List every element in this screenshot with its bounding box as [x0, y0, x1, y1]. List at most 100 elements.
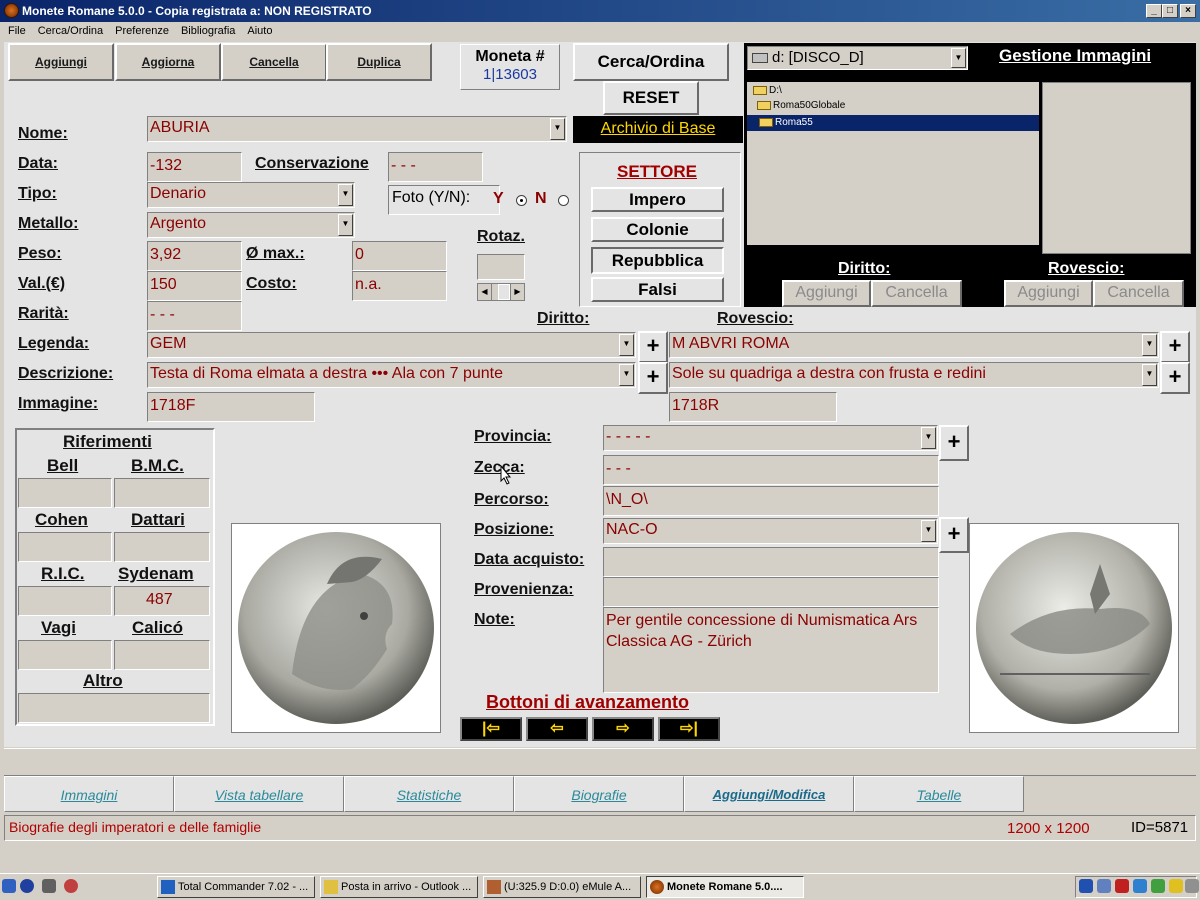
- scroll-left-icon[interactable]: ◀: [478, 284, 492, 300]
- folder-item-roma50[interactable]: Roma50Globale: [757, 100, 845, 111]
- chevron-down-icon[interactable]: ▼: [921, 520, 936, 542]
- diritto-aggiungi-button[interactable]: Aggiungi: [782, 280, 871, 307]
- quicklaunch-app2-icon[interactable]: [64, 879, 78, 893]
- calico-field[interactable]: [114, 640, 210, 670]
- posizione-select[interactable]: NAC-O ▼: [603, 518, 938, 544]
- rovescio-aggiungi-button[interactable]: Aggiungi: [1004, 280, 1093, 307]
- next-record-button[interactable]: ⇨: [592, 717, 654, 741]
- tab-tabelle[interactable]: Tabelle: [854, 776, 1024, 812]
- first-record-button[interactable]: |⇦: [460, 717, 522, 741]
- menu-bibliografia[interactable]: Bibliografia: [173, 22, 239, 40]
- chevron-down-icon[interactable]: ▼: [338, 184, 353, 206]
- folder-item-d[interactable]: D:\: [753, 85, 782, 96]
- settore-impero-button[interactable]: Impero: [591, 187, 724, 212]
- tray-green-icon[interactable]: [1151, 879, 1165, 893]
- sydenam-field[interactable]: 487: [114, 586, 210, 616]
- tray-network-icon[interactable]: [1079, 879, 1093, 893]
- drive-select[interactable]: d: [DISCO_D] ▼: [747, 46, 968, 70]
- tray-app-icon[interactable]: [1133, 879, 1147, 893]
- immagine-diritto-field[interactable]: 1718F: [147, 392, 315, 422]
- conservazione-field[interactable]: - - -: [388, 152, 483, 182]
- close-button[interactable]: ×: [1180, 4, 1196, 18]
- tab-statistiche[interactable]: Statistiche: [344, 776, 514, 812]
- tab-aggiungi-modifica[interactable]: Aggiungi/Modifica: [684, 776, 854, 812]
- cancella-button[interactable]: Cancella: [221, 43, 327, 81]
- chevron-down-icon[interactable]: ▼: [921, 427, 936, 449]
- quicklaunch-app-icon[interactable]: [42, 879, 56, 893]
- archivio-di-base-button[interactable]: Archivio di Base: [573, 116, 743, 143]
- maximize-button[interactable]: □: [1162, 4, 1178, 18]
- menu-cerca-ordina[interactable]: Cerca/Ordina: [30, 22, 107, 40]
- rarita-field[interactable]: - - -: [147, 301, 242, 331]
- bell-field[interactable]: [18, 478, 112, 508]
- costo-field[interactable]: n.a.: [352, 271, 447, 301]
- altro-field[interactable]: [18, 693, 210, 723]
- diritto-cancella-button[interactable]: Cancella: [871, 280, 962, 307]
- task-total-commander[interactable]: Total Commander 7.02 - ...: [157, 876, 315, 898]
- note-field[interactable]: Per gentile concessione di Numismatica A…: [603, 607, 939, 693]
- tray-volume-icon[interactable]: [1185, 879, 1199, 893]
- diam-field[interactable]: 0: [352, 241, 447, 271]
- legenda-rovescio-select[interactable]: M ABVRI ROMA ▼: [669, 332, 1159, 358]
- settore-repubblica-button[interactable]: Repubblica: [591, 247, 724, 274]
- provincia-select[interactable]: - - - - - ▼: [603, 425, 938, 451]
- cerca-ordina-button[interactable]: Cerca/Ordina: [573, 43, 729, 81]
- nome-select[interactable]: ABURIA ▼: [147, 116, 567, 142]
- metallo-select[interactable]: Argento ▼: [147, 212, 355, 238]
- duplica-button[interactable]: Duplica: [326, 43, 432, 81]
- data-acquisto-field[interactable]: [603, 547, 939, 577]
- reset-button[interactable]: RESET: [603, 81, 699, 115]
- prev-record-button[interactable]: ⇦: [526, 717, 588, 741]
- provenienza-field[interactable]: [603, 577, 939, 607]
- rotaz-field[interactable]: [477, 254, 525, 280]
- chevron-down-icon[interactable]: ▼: [619, 334, 634, 356]
- folder-item-roma55[interactable]: Roma55: [747, 115, 1039, 131]
- chevron-down-icon[interactable]: ▼: [619, 364, 634, 386]
- ric-field[interactable]: [18, 586, 112, 616]
- last-record-button[interactable]: ⇨|: [658, 717, 720, 741]
- aggiungi-button[interactable]: Aggiungi: [8, 43, 114, 81]
- descrizione-diritto-add-button[interactable]: +: [638, 362, 668, 394]
- foto-n-radio[interactable]: [558, 195, 569, 206]
- bmc-field[interactable]: [114, 478, 210, 508]
- menu-aiuto[interactable]: Aiuto: [239, 22, 276, 40]
- tab-biografie[interactable]: Biografie: [514, 776, 684, 812]
- tipo-select[interactable]: Denario ▼: [147, 182, 355, 208]
- chevron-down-icon[interactable]: ▼: [1142, 364, 1157, 386]
- posizione-add-button[interactable]: +: [939, 517, 969, 553]
- menu-file[interactable]: File: [0, 22, 30, 40]
- cohen-field[interactable]: [18, 532, 112, 562]
- val-field[interactable]: 150: [147, 271, 242, 301]
- descrizione-rovescio-add-button[interactable]: +: [1160, 362, 1190, 394]
- legenda-diritto-select[interactable]: GEM ▼: [147, 332, 636, 358]
- descrizione-rovescio-select[interactable]: Sole su quadriga a destra con frusta e r…: [669, 362, 1159, 388]
- aggiorna-button[interactable]: Aggiorna: [115, 43, 221, 81]
- scroll-right-icon[interactable]: ▶: [510, 284, 524, 300]
- rovescio-cancella-button[interactable]: Cancella: [1093, 280, 1184, 307]
- descrizione-diritto-select[interactable]: Testa di Roma elmata a destra ••• Ala co…: [147, 362, 636, 388]
- zecca-field[interactable]: - - -: [603, 455, 939, 485]
- chevron-down-icon[interactable]: ▼: [338, 214, 353, 236]
- task-outlook[interactable]: Posta in arrivo - Outlook ...: [320, 876, 478, 898]
- settore-colonie-button[interactable]: Colonie: [591, 217, 724, 242]
- peso-field[interactable]: 3,92: [147, 241, 242, 271]
- quicklaunch-desktop-icon[interactable]: [2, 879, 16, 893]
- chevron-down-icon[interactable]: ▼: [1142, 334, 1157, 356]
- data-field[interactable]: -132: [147, 152, 242, 182]
- tab-immagini[interactable]: Immagini: [4, 776, 174, 812]
- minimize-button[interactable]: _: [1146, 4, 1162, 18]
- immagine-rovescio-field[interactable]: 1718R: [669, 392, 837, 422]
- tray-warning-icon[interactable]: [1169, 879, 1183, 893]
- quicklaunch-media-icon[interactable]: [20, 879, 34, 893]
- chevron-down-icon[interactable]: ▼: [951, 48, 966, 68]
- tray-shield-icon[interactable]: [1097, 879, 1111, 893]
- legenda-diritto-add-button[interactable]: +: [638, 331, 668, 363]
- chevron-down-icon[interactable]: ▼: [550, 118, 565, 140]
- menu-preferenze[interactable]: Preferenze: [107, 22, 173, 40]
- foto-y-radio[interactable]: [516, 195, 527, 206]
- tab-vista-tabellare[interactable]: Vista tabellare: [174, 776, 344, 812]
- rotaz-scrollbar[interactable]: ◀ ▶: [477, 283, 525, 301]
- vagi-field[interactable]: [18, 640, 112, 670]
- provincia-add-button[interactable]: +: [939, 425, 969, 461]
- legenda-rovescio-add-button[interactable]: +: [1160, 331, 1190, 363]
